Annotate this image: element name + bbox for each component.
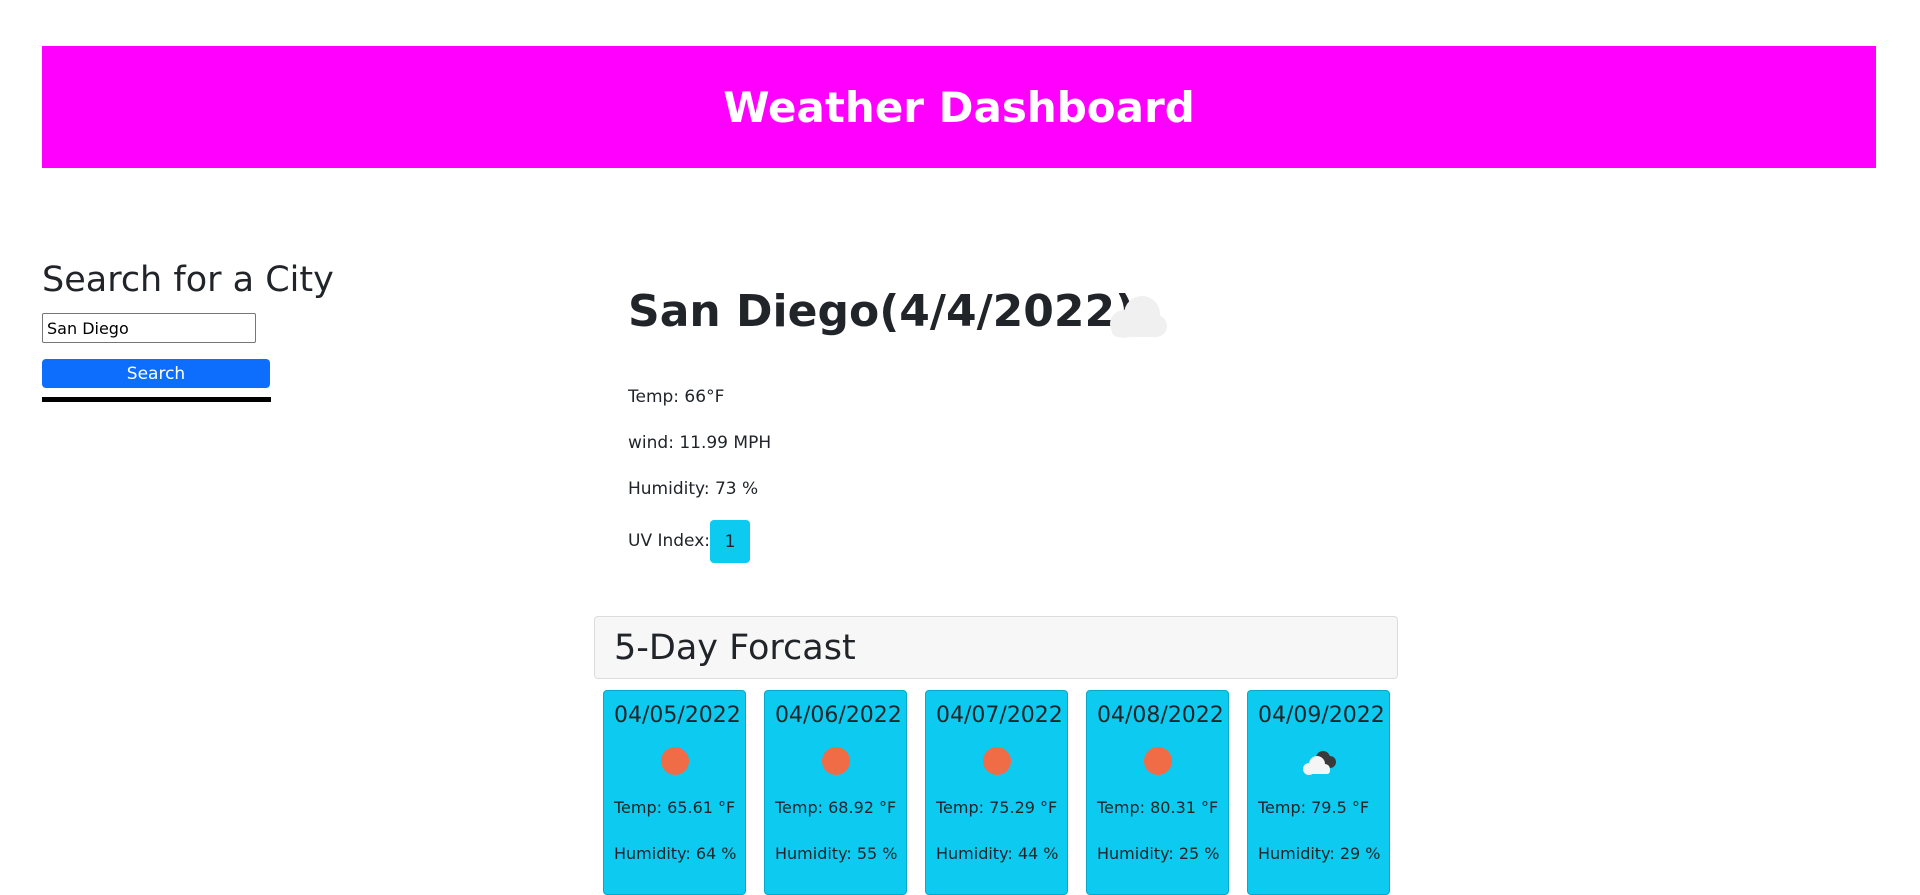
header-banner: Weather Dashboard bbox=[42, 46, 1876, 168]
search-history-divider bbox=[42, 397, 271, 402]
current-humidity: Humidity: 73 % bbox=[628, 479, 759, 499]
forecast-humidity: Humidity: 55 % bbox=[775, 844, 898, 863]
sun-icon bbox=[975, 745, 1019, 777]
forecast-card: 04/09/2022 Temp: 79.5 °F Humidity: 29 % bbox=[1247, 690, 1390, 895]
forecast-date: 04/06/2022 bbox=[775, 703, 902, 728]
forecast-card: 04/06/2022 Temp: 68.92 °F Humidity: 55 % bbox=[764, 690, 907, 895]
forecast-date: 04/05/2022 bbox=[614, 703, 741, 728]
forecast-header: 5-Day Forcast bbox=[594, 616, 1398, 679]
search-button[interactable]: Search bbox=[42, 359, 270, 388]
uv-index-label: UV Index: bbox=[628, 531, 711, 551]
uv-index-badge: 1 bbox=[710, 520, 750, 563]
forecast-temp: Temp: 75.29 °F bbox=[936, 798, 1058, 817]
forecast-humidity: Humidity: 29 % bbox=[1258, 844, 1381, 863]
forecast-title: 5-Day Forcast bbox=[614, 627, 856, 668]
uv-index-value: 1 bbox=[724, 531, 736, 552]
app-title: Weather Dashboard bbox=[723, 82, 1195, 132]
search-heading: Search for a City bbox=[42, 260, 334, 300]
cloud-icon bbox=[1110, 296, 1167, 338]
current-wind: wind: 11.99 MPH bbox=[628, 433, 772, 453]
forecast-date: 04/08/2022 bbox=[1097, 703, 1224, 728]
forecast-humidity: Humidity: 25 % bbox=[1097, 844, 1220, 863]
forecast-card: 04/05/2022 Temp: 65.61 °F Humidity: 64 % bbox=[603, 690, 746, 895]
forecast-card: 04/07/2022 Temp: 75.29 °F Humidity: 44 % bbox=[925, 690, 1068, 895]
forecast-date: 04/07/2022 bbox=[936, 703, 1063, 728]
current-temp: Temp: 66°F bbox=[628, 387, 725, 407]
sun-icon bbox=[653, 745, 697, 777]
forecast-temp: Temp: 80.31 °F bbox=[1097, 798, 1219, 817]
forecast-temp: Temp: 68.92 °F bbox=[775, 798, 897, 817]
sun-icon bbox=[1136, 745, 1180, 777]
forecast-temp: Temp: 65.61 °F bbox=[614, 798, 736, 817]
forecast-date: 04/09/2022 bbox=[1258, 703, 1385, 728]
forecast-temp: Temp: 79.5 °F bbox=[1258, 798, 1370, 817]
forecast-humidity: Humidity: 64 % bbox=[614, 844, 737, 863]
forecast-humidity: Humidity: 44 % bbox=[936, 844, 1059, 863]
sun-icon bbox=[814, 745, 858, 777]
current-city-title: San Diego(4/4/2022) bbox=[628, 286, 1136, 337]
forecast-card: 04/08/2022 Temp: 80.31 °F Humidity: 25 % bbox=[1086, 690, 1229, 895]
broken-clouds-icon bbox=[1297, 745, 1341, 777]
city-search-input[interactable] bbox=[42, 313, 256, 343]
